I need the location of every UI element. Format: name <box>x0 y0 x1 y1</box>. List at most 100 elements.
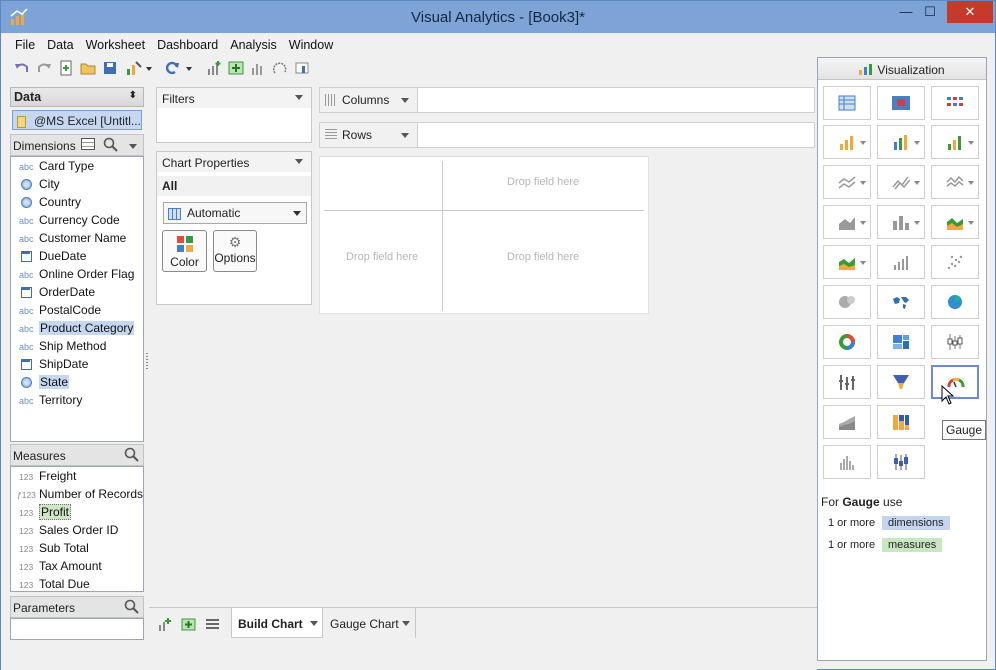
tab-build-chart[interactable]: Build Chart <box>231 608 323 638</box>
viz-continuous-area[interactable] <box>823 245 871 279</box>
parameters-list[interactable] <box>10 618 144 640</box>
dimension-city[interactable]: City <box>19 175 60 193</box>
color-button[interactable]: Color <box>162 230 207 272</box>
refresh-dropdown-icon[interactable] <box>185 59 193 77</box>
splitter-grip[interactable] <box>146 353 148 369</box>
new-worksheet-icon[interactable] <box>157 617 172 632</box>
drop-zone-rows[interactable]: Drop field here <box>346 251 418 263</box>
viz-scatter-plot[interactable] <box>931 245 979 279</box>
tab-gauge-chart[interactable]: Gauge Chart <box>324 608 416 638</box>
columns-dropdown-icon[interactable] <box>401 98 409 103</box>
viz-discrete-line[interactable] <box>931 165 979 199</box>
wizard-icon[interactable] <box>125 59 143 77</box>
close-button[interactable]: ✕ <box>947 1 993 23</box>
dimension-product-category[interactable]: abc Product Category <box>19 319 135 337</box>
chevron-down-icon[interactable] <box>968 181 974 185</box>
dimension-country[interactable]: Country <box>19 193 81 211</box>
new-file-icon[interactable] <box>57 59 75 77</box>
measure-tax-amount[interactable]: 123 Tax Amount <box>19 557 102 575</box>
tab-dropdown-icon[interactable] <box>402 621 410 626</box>
viz-candlestick-chart[interactable] <box>877 445 925 479</box>
viz-bubble-chart[interactable] <box>823 285 871 319</box>
viz-stacked-bar[interactable] <box>877 125 925 159</box>
drop-zone-center[interactable]: Drop field here <box>507 251 579 263</box>
chart-canvas[interactable]: Drop field here Drop field here Drop fie… <box>319 156 649 314</box>
dimension-online-order-flag[interactable]: abc Online Order Flag <box>19 265 134 283</box>
chevron-down-icon[interactable] <box>914 181 920 185</box>
measure-sub-total[interactable]: 123 Sub Total <box>19 539 89 557</box>
filters-dropdown-icon[interactable] <box>295 95 303 100</box>
measure-total-due[interactable]: 123 Total Due <box>19 575 90 593</box>
chevron-down-icon[interactable] <box>968 141 974 145</box>
viz-treemap[interactable] <box>877 325 925 359</box>
open-folder-icon[interactable] <box>79 59 97 77</box>
viz-line-chart[interactable] <box>823 165 871 199</box>
viz-bullet-chart[interactable] <box>823 365 871 399</box>
viz-waterfall-chart[interactable] <box>823 405 871 439</box>
dimension-postalcode[interactable]: abc PostalCode <box>19 301 101 319</box>
viz-side-by-side-bar[interactable] <box>931 125 979 159</box>
maximize-button[interactable]: ☐ <box>913 1 947 23</box>
tab-dropdown-icon[interactable] <box>310 621 318 626</box>
chevron-down-icon[interactable] <box>914 141 920 145</box>
viz-bar-chart[interactable] <box>823 125 871 159</box>
viz-map[interactable] <box>877 285 925 319</box>
menu-worksheet[interactable]: Worksheet <box>80 35 152 55</box>
measure-freight[interactable]: 123 Freight <box>19 467 76 485</box>
viz-gauge-chart[interactable] <box>931 365 979 399</box>
dimension-territory[interactable]: abc Territory <box>19 391 82 409</box>
viz-pie-chart[interactable] <box>931 285 979 319</box>
viz-marimekko-chart[interactable] <box>877 405 925 439</box>
menu-file[interactable]: File <box>9 35 41 55</box>
undo-icon[interactable] <box>13 59 31 77</box>
chevron-down-icon[interactable] <box>860 181 866 185</box>
measure-sales-order-id[interactable]: 123 Sales Order ID <box>19 521 118 539</box>
menu-window[interactable]: Window <box>283 35 339 55</box>
chart-icon[interactable] <box>249 59 267 77</box>
chevron-down-icon[interactable] <box>860 261 866 265</box>
viz-area-discrete[interactable] <box>931 205 979 239</box>
dimension-duedate[interactable]: DueDate <box>19 247 86 265</box>
dimensions-dropdown-icon[interactable] <box>129 144 137 149</box>
wizard-dropdown-icon[interactable] <box>145 59 153 77</box>
search-icon[interactable] <box>103 137 118 152</box>
scope-all[interactable]: All <box>157 176 311 196</box>
data-source-item[interactable]: @MS Excel [Untitl... <box>12 110 142 130</box>
new-dashboard-icon[interactable] <box>181 617 196 632</box>
chevron-down-icon[interactable] <box>968 221 974 225</box>
dimension-currency-code[interactable]: abc Currency Code <box>19 211 120 229</box>
viz-funnel-chart[interactable] <box>877 365 925 399</box>
viz-box-plot[interactable] <box>931 325 979 359</box>
columns-shelf[interactable]: Columns <box>319 87 815 113</box>
measure-number-of-records[interactable]: ƒ123 Number of Records <box>17 485 143 503</box>
sort-arrows-icon[interactable]: ⬍ <box>129 90 137 101</box>
measure-profit[interactable]: 123 Profit <box>19 503 72 521</box>
dimension-shipdate[interactable]: ShipDate <box>19 355 88 373</box>
viz-area-chart[interactable] <box>823 205 871 239</box>
refresh-icon[interactable] <box>163 59 181 77</box>
reset-icon[interactable] <box>271 59 289 77</box>
dimension-card-type[interactable]: abc Card Type <box>19 157 94 175</box>
sheet-list-icon[interactable] <box>205 617 220 632</box>
viz-histogram[interactable] <box>877 245 925 279</box>
viz-stacked-area[interactable] <box>877 205 925 239</box>
dimension-orderdate[interactable]: OrderDate <box>19 283 95 301</box>
menu-dashboard[interactable]: Dashboard <box>151 35 224 55</box>
rows-shelf[interactable]: Rows <box>319 122 815 148</box>
search-icon[interactable] <box>124 447 139 462</box>
viz-text-table[interactable] <box>823 86 871 120</box>
chart-properties-dropdown-icon[interactable] <box>295 159 303 164</box>
dimension-state[interactable]: State <box>19 373 70 391</box>
add-columns-icon[interactable] <box>227 59 245 77</box>
chevron-down-icon[interactable] <box>860 141 866 145</box>
viz-highlight-table[interactable] <box>931 86 979 120</box>
menu-data[interactable]: Data <box>41 35 79 55</box>
drop-zone-columns[interactable]: Drop field here <box>507 176 579 188</box>
viz-dual-line[interactable] <box>877 165 925 199</box>
menu-analysis[interactable]: Analysis <box>224 35 283 55</box>
dimension-customer-name[interactable]: abc Customer Name <box>19 229 126 247</box>
mark-type-select[interactable]: Automatic <box>163 202 307 224</box>
chevron-down-icon[interactable] <box>860 221 866 225</box>
sort-icon[interactable] <box>293 59 311 77</box>
save-icon[interactable] <box>101 59 119 77</box>
